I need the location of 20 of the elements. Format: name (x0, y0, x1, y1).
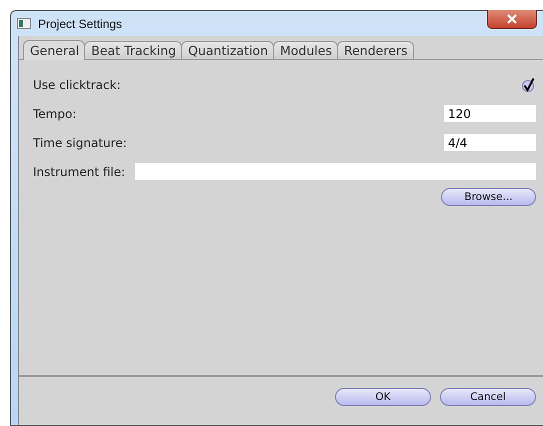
dialog-button[interactable]: OK (335, 388, 431, 406)
browse-button[interactable]: Browse... (441, 188, 536, 206)
field-label: Instrument file: (33, 164, 126, 178)
close-icon (506, 14, 518, 24)
checkbox[interactable] (521, 78, 535, 92)
field-label: Time signature: (33, 136, 127, 150)
close-button[interactable] (487, 10, 537, 29)
tab[interactable]: Renderers (336, 41, 414, 59)
field-label: Use clicktrack: (33, 78, 121, 92)
text-field[interactable]: 4/4 (444, 134, 536, 151)
tab[interactable]: Beat Tracking (84, 41, 182, 59)
dialog-button[interactable]: Cancel (440, 388, 536, 406)
field-label: Tempo: (33, 106, 76, 120)
tab[interactable]: General (23, 40, 86, 60)
text-field[interactable] (135, 163, 536, 180)
text-field[interactable]: 120 (444, 105, 536, 122)
tab[interactable]: Modules (273, 41, 338, 59)
window-title: Project Settings (38, 16, 122, 30)
window-icon (17, 18, 31, 29)
tab[interactable]: Quantization (181, 41, 274, 59)
